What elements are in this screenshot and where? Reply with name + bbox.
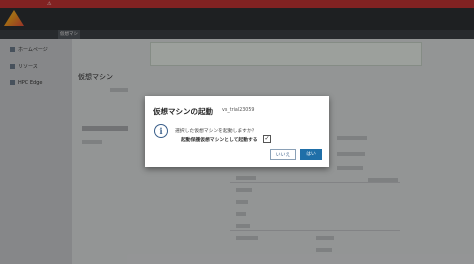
- protected-start-checkbox[interactable]: ✓: [263, 135, 271, 143]
- start-vm-dialog: 仮想マシンの起動 vs_trial23059 i 選択した仮想マシンを起動します…: [145, 96, 329, 167]
- info-icon: i: [154, 124, 168, 138]
- yes-button[interactable]: はい: [300, 149, 322, 160]
- no-button[interactable]: いいえ: [270, 149, 296, 160]
- dialog-vm-name: vs_trial23059: [222, 108, 255, 113]
- dialog-title: 仮想マシンの起動: [153, 107, 213, 116]
- dialog-question: 選択した仮想マシンを起動しますか？: [175, 129, 257, 134]
- protected-start-label: 起動保護仮想マシンとして起動する: [181, 138, 258, 143]
